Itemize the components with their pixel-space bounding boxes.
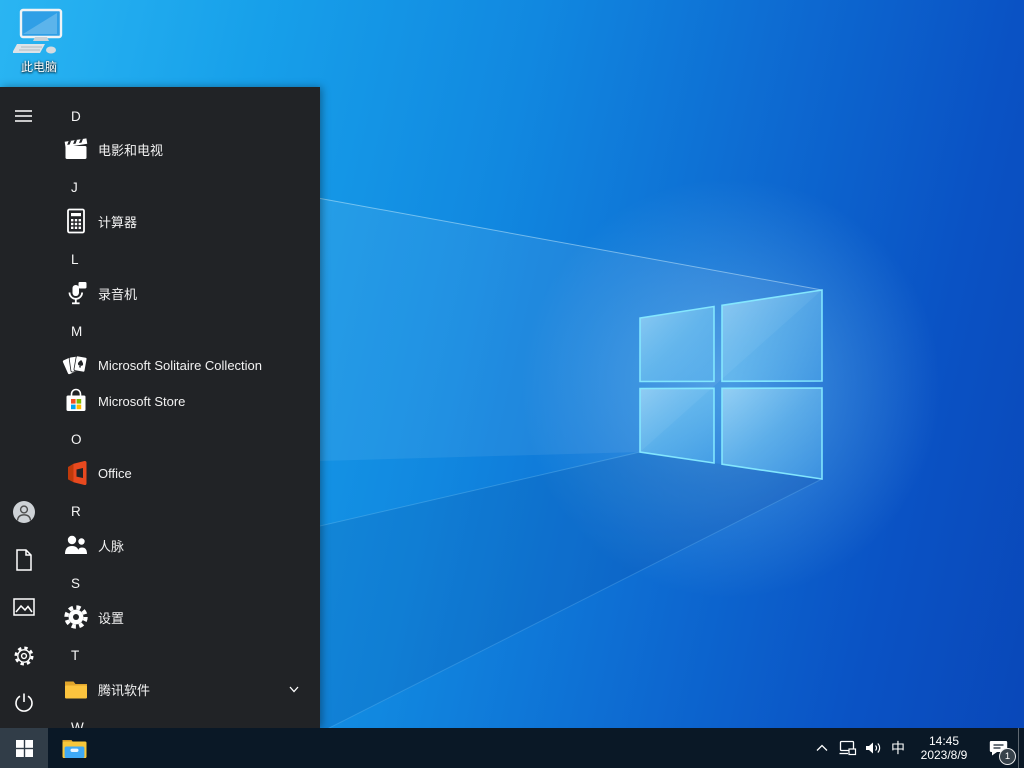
people-icon [65, 535, 87, 554]
section-letter-M[interactable]: M [48, 319, 320, 343]
user-avatar-icon [13, 501, 35, 523]
desktop-icon-this-pc[interactable]: 此电脑 [6, 8, 72, 82]
app-item-movies-tv[interactable]: 电影和电视 [48, 131, 320, 167]
app-item-label: 电影和电视 [98, 142, 164, 158]
tray-volume-button[interactable] [861, 728, 886, 768]
office-icon [68, 460, 87, 486]
ime-label: 中 [891, 740, 905, 756]
section-letter-label: R [71, 503, 81, 519]
start-rail-expand-button[interactable] [4, 96, 44, 136]
section-letter-D[interactable]: D [48, 104, 320, 128]
app-item-label: 腾讯软件 [98, 682, 151, 698]
start-rail-settings-button[interactable] [4, 636, 44, 676]
section-letter-S[interactable]: S [48, 571, 320, 595]
store-icon [66, 388, 86, 411]
tray-clock-button[interactable]: 14:45 2023/8/9 [910, 728, 978, 768]
pictures-icon [13, 597, 35, 616]
section-letter-label: O [71, 431, 82, 447]
start-rail-pictures-button[interactable] [4, 587, 44, 627]
notification-badge: 1 [999, 748, 1016, 765]
action-center-button[interactable]: 1 [978, 728, 1018, 768]
app-item-label: Microsoft Solitaire Collection [98, 357, 263, 373]
section-letter-label: W [71, 719, 84, 729]
solitaire-icon [62, 355, 88, 375]
app-item-microsoft-solitaire-collection[interactable]: Microsoft Solitaire Collection [48, 347, 320, 383]
speaker-icon [866, 742, 881, 754]
movies-tv-icon [64, 138, 88, 159]
app-item-label: Office [98, 465, 132, 481]
file-explorer-button[interactable] [52, 728, 96, 768]
folder-icon [65, 681, 87, 699]
tray-chevron-button[interactable] [809, 728, 835, 768]
file-explorer-icon [62, 740, 86, 758]
section-letter-label: M [71, 323, 83, 339]
app-item-office[interactable]: Office [48, 455, 320, 491]
app-item-label: 计算器 [98, 214, 138, 230]
section-letter-label: J [71, 179, 78, 195]
start-button[interactable] [0, 728, 48, 768]
app-item-calculator[interactable]: 计算器 [48, 203, 320, 239]
section-letter-label: T [71, 647, 80, 663]
section-letter-J[interactable]: J [48, 175, 320, 199]
app-item-label: 录音机 [98, 286, 138, 302]
chevron-down-icon [289, 686, 299, 693]
show-desktop-button[interactable] [1018, 728, 1024, 768]
taskbar: 中 14:45 2023/8/9 1 [0, 728, 1024, 768]
app-item-label: Microsoft Store [98, 393, 186, 409]
tray-ime-button[interactable]: 中 [886, 728, 910, 768]
section-letter-label: D [71, 108, 81, 124]
windows-logo-icon [15, 739, 33, 757]
start-rail-documents-button[interactable] [4, 540, 44, 580]
power-icon [15, 693, 33, 712]
start-rail-user-button[interactable] [4, 492, 44, 532]
clock-time: 14:45 [928, 734, 960, 748]
app-item-people[interactable]: 人脉 [48, 527, 320, 563]
tray-network-button[interactable] [835, 728, 861, 768]
app-item-voice-recorder[interactable]: 录音机 [48, 275, 320, 311]
voice-recorder-icon [68, 282, 87, 305]
calculator-icon [67, 208, 85, 234]
app-item-label: 设置 [98, 610, 125, 626]
section-letter-label: S [71, 575, 81, 591]
settings-gear-icon [64, 605, 88, 629]
section-letter-T[interactable]: T [48, 643, 320, 667]
section-letter-L[interactable]: L [48, 247, 320, 271]
start-rail-power-button[interactable] [4, 683, 44, 723]
this-pc-icon [13, 8, 63, 54]
network-icon [839, 740, 857, 756]
desktop-icon-label: 此电脑 [20, 60, 57, 74]
section-letter-W[interactable]: W [48, 715, 320, 729]
gear-outline-icon [14, 646, 34, 666]
start-menu: D 电影和电视 J 计算器 L 录音机 M Microsoft Solitair… [0, 87, 320, 728]
system-tray: 中 14:45 2023/8/9 1 [809, 728, 1024, 768]
hamburger-icon [15, 110, 32, 122]
chevron-up-icon [816, 744, 828, 751]
app-item-label: 人脉 [98, 538, 125, 554]
clock-date: 2023/8/9 [920, 748, 968, 762]
document-icon [16, 549, 32, 571]
section-letter-O[interactable]: O [48, 427, 320, 451]
app-item-settings[interactable]: 设置 [48, 599, 320, 635]
section-letter-R[interactable]: R [48, 499, 320, 523]
app-item-tencent-software-folder[interactable]: 腾讯软件 [48, 671, 320, 707]
section-letter-label: L [71, 251, 79, 267]
app-item-microsoft-store[interactable]: Microsoft Store [48, 383, 320, 419]
